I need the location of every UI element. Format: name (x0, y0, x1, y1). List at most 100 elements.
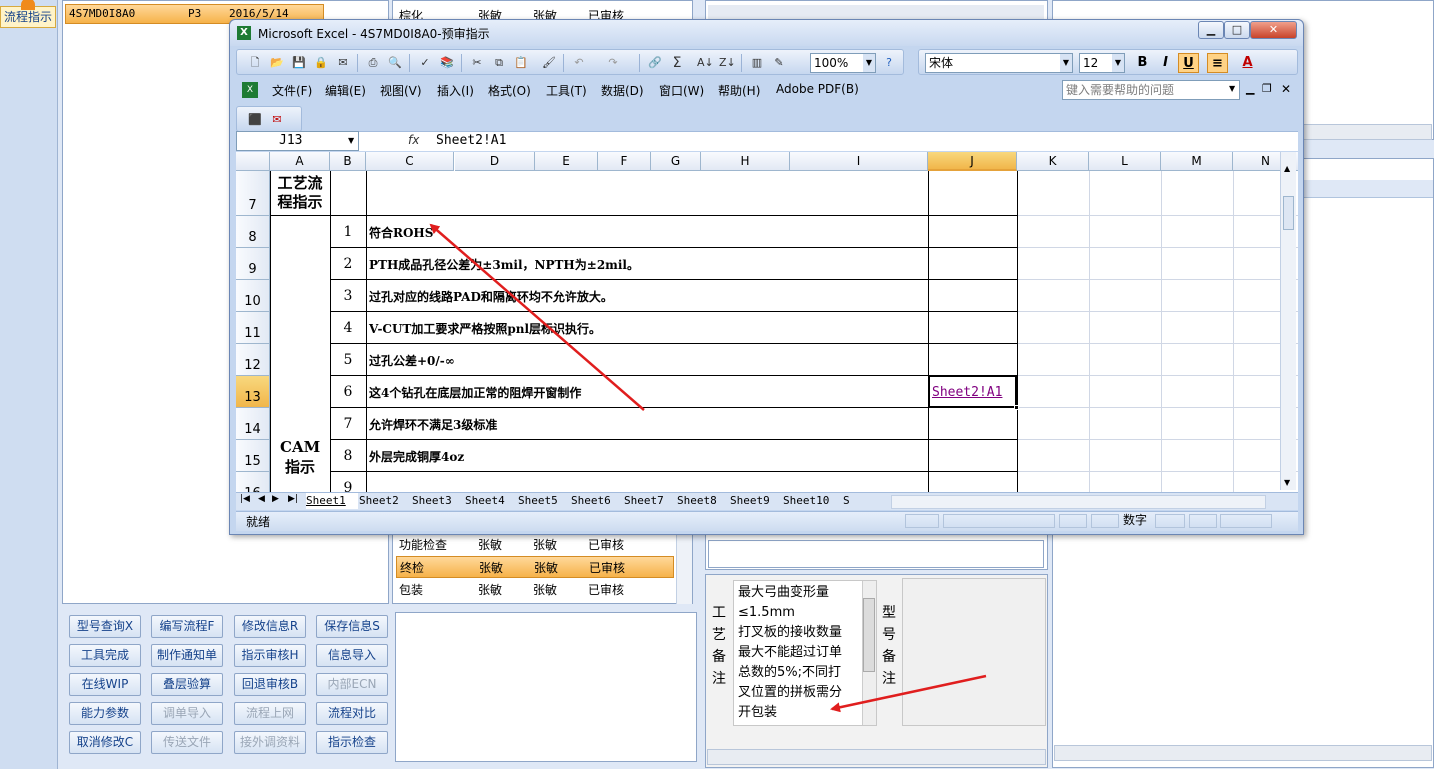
row-header-8[interactable]: 8 (236, 216, 270, 248)
help-dropdown-icon[interactable]: ▼ (1229, 84, 1235, 93)
item-number[interactable]: 9 (330, 480, 366, 492)
column-header-i[interactable]: I (790, 152, 928, 171)
function-icon[interactable]: fx (408, 133, 419, 147)
menu-insert[interactable]: 插入(I) (437, 82, 474, 99)
instruction-check-button[interactable]: 指示检查 (316, 731, 388, 754)
write-flow-button[interactable]: 编写流程F (151, 615, 223, 638)
open-folder-icon[interactable]: 📂 (269, 55, 285, 71)
column-header-l[interactable]: L (1089, 152, 1161, 171)
help-question-input[interactable]: 键入需要帮助的问题 (1062, 80, 1240, 100)
notes-box[interactable] (395, 612, 697, 762)
sheet-tab-sheet2[interactable]: Sheet2 (359, 493, 411, 509)
font-size-select[interactable]: 12 ▼ (1079, 53, 1125, 73)
sheet-tab-sheet6[interactable]: Sheet6 (571, 493, 623, 509)
prev-sheet-icon[interactable]: ◀ (258, 494, 265, 504)
column-header-c[interactable]: C (366, 152, 454, 171)
make-notice-button[interactable]: 制作通知单 (151, 644, 223, 667)
flow-online-button[interactable]: 流程上网 (234, 702, 306, 725)
sheet-tab-sheet4[interactable]: Sheet4 (465, 493, 517, 509)
item-text[interactable]: 过孔对应的线路PAD和隔离环均不允许放大。 (369, 288, 613, 305)
order-import-button[interactable]: 调单导入 (151, 702, 223, 725)
model-query-button[interactable]: 型号查询X (69, 615, 141, 638)
external-data-button[interactable]: 接外调资料 (234, 731, 306, 754)
doc-close-icon[interactable]: ✕ (1281, 82, 1291, 96)
column-header-h[interactable]: H (701, 152, 790, 171)
menu-edit[interactable]: 编辑(E) (325, 82, 366, 99)
new-file-icon[interactable]: 🗋 (247, 55, 263, 71)
permission-icon[interactable]: 🔒 (313, 55, 329, 71)
revert-review-button[interactable]: 回退审核B (234, 673, 306, 696)
menu-help[interactable]: 帮助(H) (718, 82, 760, 99)
minimize-icon[interactable]: ▁ (1198, 21, 1224, 39)
column-header-b[interactable]: B (330, 152, 366, 171)
row-header-7[interactable]: 7 (236, 171, 270, 216)
row-header-10[interactable]: 10 (236, 280, 270, 312)
row-header-13[interactable]: 13 (236, 376, 270, 408)
stackup-check-button[interactable]: 叠层验算 (151, 673, 223, 696)
item-text[interactable]: 允许焊环不满足3级标准 (369, 416, 497, 433)
item-number[interactable]: 4 (330, 320, 366, 336)
sheet-tab-sheet1[interactable]: Sheet1 (306, 493, 358, 509)
column-header-g[interactable]: G (651, 152, 701, 171)
item-number[interactable]: 1 (330, 224, 366, 240)
sheet-tab-sheet9[interactable]: Sheet9 (730, 493, 782, 509)
first-sheet-icon[interactable]: |◀ (240, 494, 250, 504)
send-file-button[interactable]: 传送文件 (151, 731, 223, 754)
email-icon[interactable]: ✉ (335, 55, 351, 71)
column-header-j[interactable]: J (928, 152, 1017, 171)
sheet-tab-sheet5[interactable]: Sheet5 (518, 493, 570, 509)
item-number[interactable]: 3 (330, 288, 366, 304)
item-text[interactable]: 这4个钻孔在底层加正常的阻焊开窗制作 (369, 384, 581, 401)
row-header-12[interactable]: 12 (236, 344, 270, 376)
item-number[interactable]: 2 (330, 256, 366, 272)
info-import-button[interactable]: 信息导入 (316, 644, 388, 667)
item-number[interactable]: 7 (330, 416, 366, 432)
column-header-e[interactable]: E (535, 152, 598, 171)
spelling-icon[interactable]: ✓ (417, 55, 433, 71)
menu-file[interactable]: 文件(F) (272, 82, 312, 99)
sheet-tab-sheet10[interactable]: Sheet10 (783, 493, 842, 509)
process-note-text[interactable]: 最大弓曲变形量 ≤1.5mm 打叉板的接收数量 最大不能超过订单 总数的5%;不… (733, 580, 877, 726)
sort-ascending-icon[interactable]: A↓ (697, 55, 714, 71)
row-header-16[interactable]: 16 (236, 472, 270, 492)
help-icon[interactable]: ? (881, 55, 897, 71)
save-info-button[interactable]: 保存信息S (316, 615, 388, 638)
item-number[interactable]: 6 (330, 384, 366, 400)
format-painter-icon[interactable]: 🖌 (541, 55, 557, 71)
maximize-icon[interactable]: □ (1224, 21, 1250, 39)
zoom-select[interactable]: 100% ▼ (810, 53, 876, 73)
pdf-email-icon[interactable]: ✉ (269, 112, 285, 128)
fill-handle[interactable] (1014, 405, 1019, 410)
bold-icon[interactable]: B (1132, 53, 1153, 73)
active-cell-j13[interactable]: Sheet2!A1 (928, 375, 1019, 410)
research-icon[interactable]: 📚 (439, 55, 455, 71)
row-header-15[interactable]: 15 (236, 440, 270, 472)
select-all-corner[interactable] (236, 152, 270, 171)
menu-window[interactable]: 窗口(W) (659, 82, 704, 99)
next-sheet-icon[interactable]: ▶ (272, 494, 279, 504)
item-text[interactable]: 过孔公差+0/-∞ (369, 352, 455, 369)
item-number[interactable]: 8 (330, 448, 366, 464)
italic-icon[interactable]: I (1155, 53, 1176, 73)
section-process-flow[interactable]: 工艺流程指示 (272, 174, 328, 212)
menu-adobe-pdf[interactable]: Adobe PDF(B) (776, 82, 859, 96)
align-left-icon[interactable]: ≡ (1207, 53, 1228, 73)
tool-done-button[interactable]: 工具完成 (69, 644, 141, 667)
name-box-dropdown-icon[interactable]: ▼ (348, 136, 354, 145)
column-header-f[interactable]: F (598, 152, 651, 171)
cancel-modify-button[interactable]: 取消修改C (69, 731, 141, 754)
process-list-scrollbar[interactable] (676, 534, 692, 604)
column-header-d[interactable]: D (455, 152, 535, 171)
paste-icon[interactable]: 📋 (513, 55, 529, 71)
doc-minimize-icon[interactable]: ▁ (1246, 82, 1254, 95)
vertical-scroll-thumb[interactable] (1283, 196, 1294, 230)
item-text[interactable]: PTH成品孔径公差为±3mil，NPTH为±2mil。 (369, 256, 639, 273)
process-row-selected[interactable]: 终检 张敏 张敏 已审核 (396, 556, 674, 578)
menu-view[interactable]: 视图(V) (380, 82, 422, 99)
pdf-convert-icon[interactable]: ⬛ (247, 112, 263, 128)
row-header-11[interactable]: 11 (236, 312, 270, 344)
save-icon[interactable]: 💾 (291, 55, 307, 71)
vertical-scrollbar[interactable]: ▲ ▼ (1280, 152, 1296, 490)
notes-hscrollbar[interactable] (707, 749, 1046, 765)
excel-app-icon[interactable]: X (237, 26, 251, 40)
